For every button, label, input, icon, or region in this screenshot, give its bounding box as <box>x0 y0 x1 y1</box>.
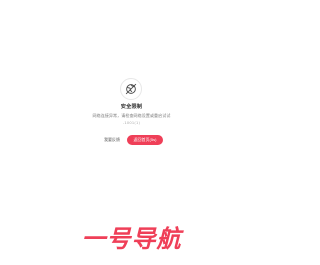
error-code: -1001(1) <box>122 121 141 125</box>
page: 安全限制 网络连接异常，请检查网络设置或重启试试 -1001(1) 我要反馈 返… <box>0 0 263 265</box>
globe-off-icon <box>120 78 142 100</box>
brand-logo-text: 一号导航 <box>81 225 182 253</box>
error-title: 安全限制 <box>120 104 143 110</box>
feedback-button[interactable]: 我要反馈 <box>100 135 124 145</box>
error-description: 网络连接异常，请检查网络设置或重启试试 <box>92 113 171 118</box>
back-home-button[interactable]: 返回首页(5s) <box>127 135 163 145</box>
